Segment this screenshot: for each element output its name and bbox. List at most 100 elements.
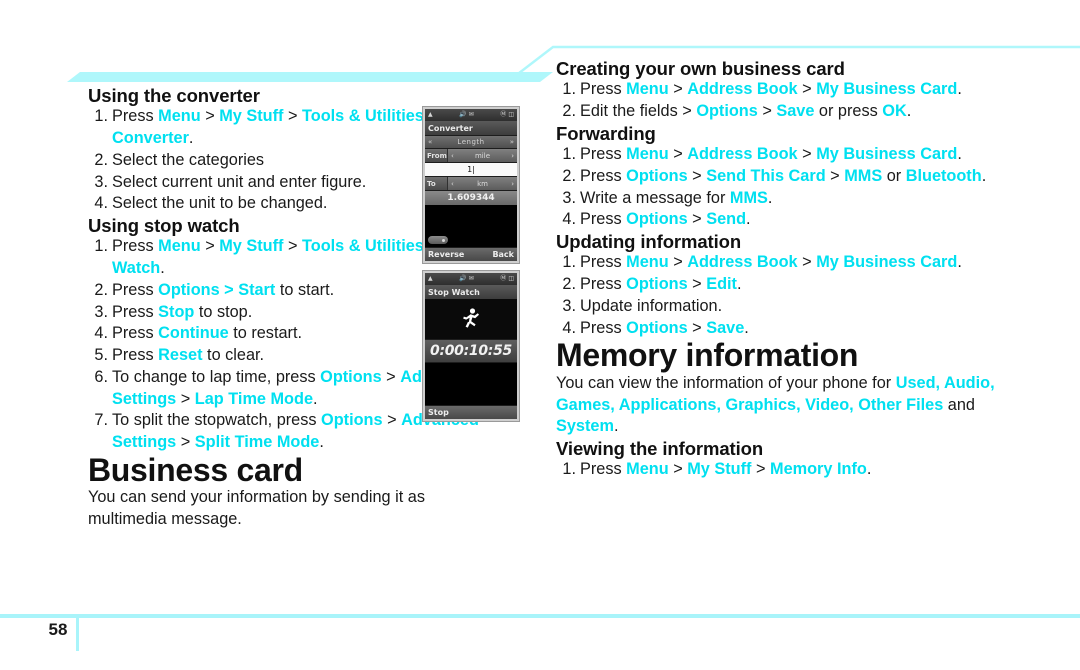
plain-text: Press bbox=[580, 253, 627, 272]
plain-text: . bbox=[744, 318, 749, 337]
steps-updating-information: 1. Press Menu > Address Book > My Busines… bbox=[556, 252, 996, 339]
highlight-text: Send This Card bbox=[706, 166, 826, 185]
plain-text: > bbox=[751, 460, 771, 479]
highlight-text: MMS bbox=[844, 166, 883, 185]
softkey-stop[interactable]: Stop bbox=[428, 408, 449, 417]
highlight-text: Address Book bbox=[687, 80, 798, 99]
softkey-reverse[interactable]: Reverse bbox=[428, 250, 464, 259]
envelope-icon: ✉ bbox=[468, 275, 474, 282]
plain-text: to start. bbox=[275, 280, 335, 299]
plain-text: > bbox=[687, 166, 707, 185]
right-column: Creating your own business card 1. Press … bbox=[556, 58, 996, 481]
battery-icon: ◫ bbox=[508, 275, 514, 282]
converter-input-field[interactable]: 1| bbox=[425, 162, 517, 176]
converter-from-row: From ‹ mile › bbox=[425, 148, 517, 162]
heading-viewing-the-information: Viewing the information bbox=[556, 437, 764, 459]
converter-screen: ▲ 🔊 ✉ Ⓜ ◫ Converter « Length » From ‹ mi… bbox=[425, 109, 517, 261]
signal-icon: ▲ bbox=[428, 275, 433, 282]
step-number: 3. bbox=[94, 172, 108, 191]
highlight-text: Menu bbox=[158, 237, 201, 256]
plain-text: Press bbox=[580, 80, 627, 99]
to-next-arrow-icon[interactable]: › bbox=[511, 180, 514, 188]
step-item: 2. Edit the fields > Options > Save or pr… bbox=[556, 101, 996, 123]
plain-text: Press bbox=[580, 166, 627, 185]
runner-icon bbox=[463, 308, 479, 328]
plain-text: Press bbox=[580, 210, 627, 229]
highlight-text: Save bbox=[776, 102, 815, 121]
plain-text: > bbox=[200, 107, 220, 126]
plain-text: > bbox=[668, 80, 688, 99]
plain-text: to clear. bbox=[202, 346, 265, 365]
plain-text: > bbox=[382, 411, 402, 430]
battery-icon: ◫ bbox=[508, 111, 514, 118]
step-number: 3. bbox=[94, 302, 108, 321]
plain-text: > bbox=[283, 237, 303, 256]
manual-page: Using the converter 1. Press Menu > My St… bbox=[0, 0, 1080, 670]
highlight-text: Menu bbox=[626, 460, 669, 479]
highlight-text: My Stuff bbox=[687, 460, 752, 479]
highlight-text: Options bbox=[626, 166, 688, 185]
plain-text: . bbox=[981, 166, 987, 185]
step-number: 3. bbox=[562, 188, 576, 207]
converter-title: Converter bbox=[425, 121, 517, 135]
plain-text: . bbox=[746, 210, 751, 229]
plain-text: Press bbox=[112, 302, 159, 321]
plain-text: Press bbox=[580, 318, 627, 337]
step-number: 4. bbox=[94, 324, 108, 343]
plain-text: > bbox=[687, 275, 707, 294]
step-item: 3. Update information. bbox=[556, 296, 996, 318]
step-item: 1. Press Menu > Address Book > My Busines… bbox=[556, 252, 996, 274]
signal-icon: ▲ bbox=[428, 111, 433, 118]
highlight-text: MMS bbox=[729, 188, 768, 207]
highlight-text: Options > Start bbox=[158, 280, 276, 299]
stopwatch-status-bar: ▲ 🔊 ✉ Ⓜ ◫ bbox=[425, 273, 517, 285]
plain-text: . bbox=[160, 259, 165, 278]
category-next-arrow-icon[interactable]: » bbox=[510, 138, 514, 146]
plain-text: or bbox=[882, 166, 906, 185]
plain-text: You can view the information of your pho… bbox=[556, 373, 896, 392]
plain-text: Press bbox=[112, 237, 159, 256]
heading-creating-your-own-business-card: Creating your own business card bbox=[556, 58, 845, 79]
footer-rule bbox=[0, 614, 1080, 618]
converter-result-value: 1.609344 bbox=[425, 190, 517, 205]
highlight-text: Lap Time Mode bbox=[194, 389, 314, 408]
plain-text: Edit the fields > bbox=[580, 102, 697, 121]
bluetooth-icon: Ⓜ bbox=[500, 275, 507, 282]
step-number: 2. bbox=[562, 166, 576, 185]
converter-blank-area bbox=[425, 205, 517, 233]
plain-text: Select the unit to be changed. bbox=[112, 194, 328, 213]
highlight-text: Split Time Mode bbox=[194, 433, 320, 452]
highlight-text: Address Book bbox=[687, 253, 798, 272]
stopwatch-softkey-bar: Stop bbox=[425, 405, 517, 419]
plain-text: > bbox=[687, 210, 707, 229]
from-next-arrow-icon[interactable]: › bbox=[511, 152, 514, 160]
plain-text: Press bbox=[580, 145, 627, 164]
phone-screenshot-stopwatch: ▲ 🔊 ✉ Ⓜ ◫ Stop Watch 0:00:10:55 Stop bbox=[422, 270, 520, 422]
softkey-back[interactable]: Back bbox=[492, 250, 514, 259]
plain-text: . bbox=[319, 433, 324, 452]
step-number: 6. bbox=[94, 367, 108, 386]
highlight-text: OK bbox=[882, 102, 907, 121]
step-item: 1. Press Menu > Address Book > My Busines… bbox=[556, 144, 996, 166]
step-item: 2. Press Options > Send This Card > MMS o… bbox=[556, 166, 996, 188]
converter-to-label: To bbox=[425, 177, 447, 190]
plain-text: . bbox=[313, 389, 318, 408]
step-number: 1. bbox=[94, 237, 108, 256]
step-number: 1. bbox=[94, 107, 108, 126]
highlight-text: Bluetooth bbox=[905, 166, 982, 185]
converter-to-row: To ‹ km › bbox=[425, 176, 517, 190]
step-number: 4. bbox=[94, 194, 108, 213]
plain-text: . bbox=[957, 145, 962, 164]
step-number: 4. bbox=[562, 318, 576, 337]
plain-text: > bbox=[176, 433, 195, 452]
highlight-text: Send bbox=[706, 210, 747, 229]
highlight-text: Continue bbox=[158, 324, 229, 343]
highlight-text: Options bbox=[626, 318, 688, 337]
step-item: 4. Press Options > Save. bbox=[556, 318, 996, 340]
highlight-text: Address Book bbox=[687, 145, 798, 164]
step-number: 2. bbox=[94, 280, 108, 299]
step-item: 2. Press Options > Edit. bbox=[556, 274, 996, 296]
plain-text: . bbox=[613, 417, 619, 436]
converter-category-row: « Length » bbox=[425, 135, 517, 148]
plain-text: > bbox=[757, 102, 777, 121]
